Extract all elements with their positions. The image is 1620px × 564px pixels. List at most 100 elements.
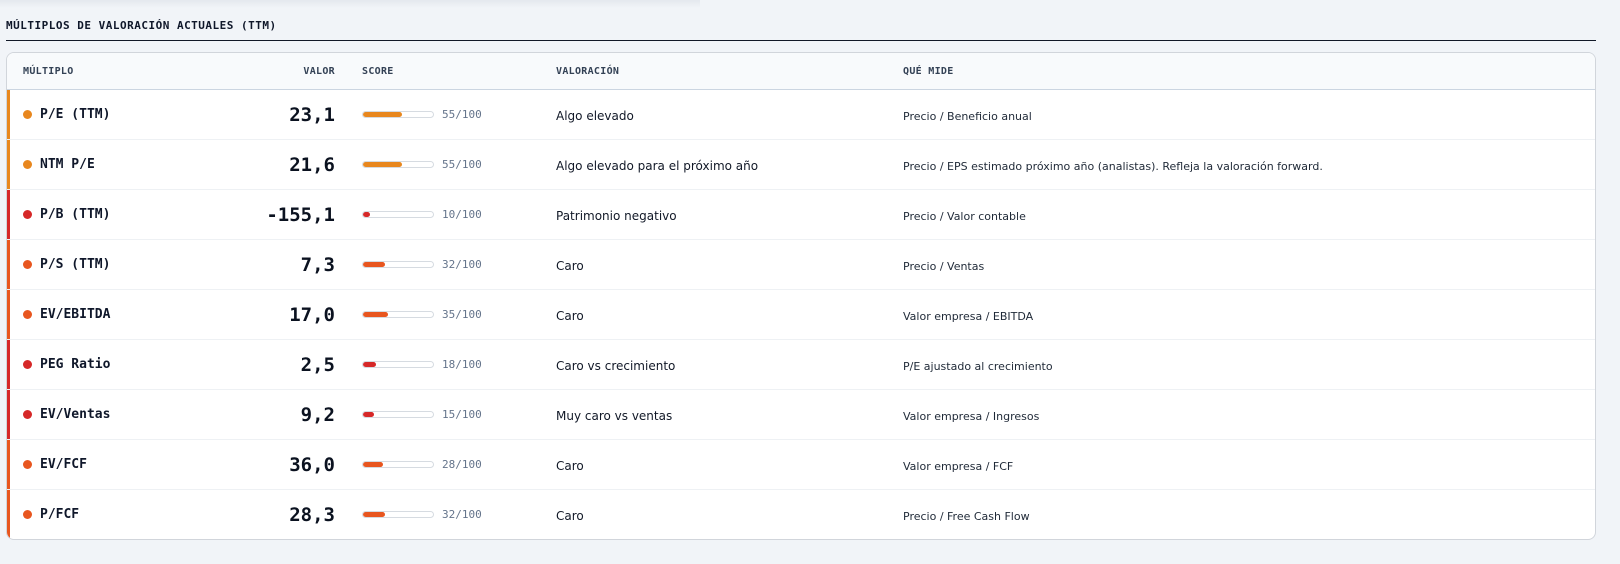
section-title: MÚLTIPLOS DE VALORACIÓN ACTUALES (TTM) [6,14,1596,41]
multiplo-cell: P/E (TTM) [7,107,205,122]
score-cell: 10/100 [335,208,553,221]
table-row[interactable]: PEG Ratio 2,5 18/100 Caro vs crecimiento… [7,340,1595,390]
valor-value: 17,0 [289,303,335,326]
status-dot-icon [23,410,32,419]
header-que-mide[interactable]: QUÉ MIDE [901,66,1595,77]
score-text: 55/100 [442,158,482,171]
valuation-multiples-section: MÚLTIPLOS DE VALORACIÓN ACTUALES (TTM) M… [6,14,1596,540]
score-text: 28/100 [442,458,482,471]
multiplo-name: NTM P/E [40,157,95,172]
score-bar [362,461,434,468]
valor-value: 2,5 [300,353,335,376]
score-bar [362,511,434,518]
table-header: MÚLTIPLO VALOR SCORE VALORACIÓN QUÉ MIDE [7,53,1595,90]
multiplo-cell: EV/FCF [7,457,205,472]
valor-cell: 21,6 [205,154,335,176]
multiplo-cell: PEG Ratio [7,357,205,372]
valoracion-cell: Patrimonio negativo [553,205,901,224]
table-row[interactable]: EV/Ventas 9,2 15/100 Muy caro vs ventas … [7,390,1595,440]
que-mide-cell: Precio / EPS estimado próximo año (anali… [901,155,1595,174]
table-row[interactable]: P/FCF 28,3 32/100 Caro Precio / Free Cas… [7,490,1595,539]
que-mide-cell: Precio / Beneficio anual [901,105,1595,124]
multiplo-cell: EV/Ventas [7,407,205,422]
header-valoracion[interactable]: VALORACIÓN [553,66,901,77]
multiplo-cell: EV/EBITDA [7,307,205,322]
multiplo-name: EV/EBITDA [40,307,111,322]
status-dot-icon [23,210,32,219]
multiplo-name: P/E (TTM) [40,107,111,122]
multiplo-cell: NTM P/E [7,157,205,172]
que-mide-text: Precio / EPS estimado próximo año (anali… [903,160,1323,173]
valor-value: 36,0 [289,453,335,476]
valoracion-cell: Caro [553,505,901,524]
valoracion-text: Caro vs crecimiento [556,359,676,373]
valor-value: 28,3 [289,503,335,526]
status-dot-icon [23,110,32,119]
valoracion-text: Caro [556,259,584,273]
score-cell: 32/100 [335,258,553,271]
score-text: 32/100 [442,258,482,271]
valoracion-text: Caro [556,509,584,523]
que-mide-cell: P/E ajustado al crecimiento [901,355,1595,374]
score-cell: 28/100 [335,458,553,471]
header-multiplo[interactable]: MÚLTIPLO [7,66,205,77]
score-bar [362,111,434,118]
score-cell: 15/100 [335,408,553,421]
score-bar-fill [363,262,386,267]
status-dot-icon [23,160,32,169]
status-dot-icon [23,360,32,369]
valoracion-cell: Algo elevado [553,105,901,124]
score-bar-fill [363,512,386,517]
score-text: 10/100 [442,208,482,221]
score-cell: 32/100 [335,508,553,521]
score-bar [362,361,434,368]
score-bar-fill [363,412,374,417]
table-row[interactable]: P/E (TTM) 23,1 55/100 Algo elevado Preci… [7,90,1595,140]
que-mide-text: Precio / Ventas [903,260,985,273]
valoracion-cell: Muy caro vs ventas [553,405,901,424]
valoracion-cell: Caro vs crecimiento [553,355,901,374]
valoracion-text: Caro [556,459,584,473]
top-shadow [0,0,700,8]
score-bar [362,161,434,168]
status-dot-icon [23,310,32,319]
valor-cell: -155,1 [205,204,335,226]
score-bar-fill [363,212,370,217]
valor-value: 21,6 [289,153,335,176]
multiplo-name: PEG Ratio [40,357,111,372]
valor-value: -155,1 [266,203,335,226]
table-row[interactable]: EV/EBITDA 17,0 35/100 Caro Valor empresa… [7,290,1595,340]
header-valor[interactable]: VALOR [205,66,335,77]
score-cell: 18/100 [335,358,553,371]
header-score[interactable]: SCORE [335,66,553,77]
que-mide-text: P/E ajustado al crecimiento [903,360,1053,373]
multiplo-name: EV/FCF [40,457,87,472]
score-cell: 55/100 [335,158,553,171]
score-text: 15/100 [442,408,482,421]
valoracion-cell: Caro [553,455,901,474]
valor-cell: 9,2 [205,404,335,426]
valoracion-text: Caro [556,309,584,323]
multiplo-cell: P/B (TTM) [7,207,205,222]
que-mide-cell: Precio / Valor contable [901,205,1595,224]
valor-cell: 2,5 [205,354,335,376]
score-bar [362,261,434,268]
valoracion-cell: Algo elevado para el próximo año [553,155,901,174]
score-bar [362,311,434,318]
score-bar-fill [363,362,376,367]
table-row[interactable]: P/S (TTM) 7,3 32/100 Caro Precio / Venta… [7,240,1595,290]
table-row[interactable]: EV/FCF 36,0 28/100 Caro Valor empresa / … [7,440,1595,490]
multiples-table: MÚLTIPLO VALOR SCORE VALORACIÓN QUÉ MIDE… [6,52,1596,540]
que-mide-cell: Valor empresa / FCF [901,455,1595,474]
score-cell: 35/100 [335,308,553,321]
score-bar-fill [363,312,388,317]
valor-cell: 28,3 [205,504,335,526]
valoracion-text: Algo elevado para el próximo año [556,159,759,173]
valor-cell: 17,0 [205,304,335,326]
multiplo-name: EV/Ventas [40,407,111,422]
table-row[interactable]: NTM P/E 21,6 55/100 Algo elevado para el… [7,140,1595,190]
score-text: 35/100 [442,308,482,321]
status-dot-icon [23,260,32,269]
multiplo-name: P/S (TTM) [40,257,111,272]
table-row[interactable]: P/B (TTM) -155,1 10/100 Patrimonio negat… [7,190,1595,240]
